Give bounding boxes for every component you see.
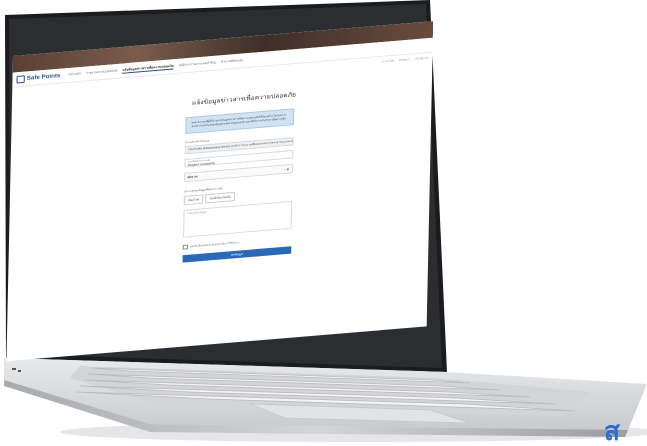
inform-form: แจ้งข้อมูลข่าวสารเพื่อความปลอดภัย ผลสาธา…: [182, 90, 296, 264]
nav-item-faq[interactable]: คำถามที่พบบ่อย: [221, 58, 243, 64]
page-title: แจ้งข้อมูลข่าวสารเพื่อความปลอดภัย: [191, 91, 296, 107]
logo-text: Safe Points: [26, 72, 61, 82]
web-page: Safe Points หน้าหลัก รายงานความปลอดภัย แ…: [6, 21, 434, 362]
captcha-code: ehx m: [187, 174, 198, 180]
captcha-controls[interactable]: ↺ 🔊: [284, 168, 290, 171]
laptop-screen: Safe Points หน้าหลัก รายงานความปลอดภัย แ…: [6, 21, 434, 362]
detail-textarea[interactable]: รายละเอียดข้อมูล: [183, 201, 293, 239]
agree-text: ยอมรับเงื่อนไขและข้อตกลงในการใช้บริการ: [189, 241, 240, 249]
scene: Safe Points หน้าหลัก รายงานความปลอดภัย แ…: [0, 0, 647, 445]
captcha-widget[interactable]: ehx m ↺ 🔊: [184, 164, 294, 183]
site-logo[interactable]: Safe Points: [16, 72, 61, 83]
login-link[interactable]: เข้าสู่ระบบ: [415, 56, 428, 61]
shield-icon: [16, 74, 25, 83]
submit-button[interactable]: ส่งข้อมูล: [182, 246, 292, 264]
nav-item-report[interactable]: รายงานความปลอดภัย: [86, 69, 117, 76]
nav-item-stats[interactable]: สถิติการรายงานเหตุสำคัญ: [179, 60, 216, 68]
agree-checkbox[interactable]: [182, 245, 188, 251]
nav-item-home[interactable]: หน้าหลัก: [68, 72, 81, 78]
utility-links: ภาษาไทย ติดต่อเรา เข้าสู่ระบบ: [378, 56, 428, 65]
brand-logo-glyph: ส: [604, 416, 620, 446]
contact-link[interactable]: ติดต่อเรา: [399, 57, 411, 62]
file-status: ไม่ได้เลือกไฟล์ใด: [205, 192, 236, 204]
info-notice: ผลสาธารณะที่ผู้ใช้งานแจ้งข้อมูลข่าวสารเพ…: [185, 108, 295, 135]
choose-file-button[interactable]: เลือกไฟล์: [183, 194, 204, 206]
nav-item-inform[interactable]: แจ้งข้อมูลข่าวสารเพื่อความปลอดภัย: [122, 63, 174, 74]
language-link[interactable]: ภาษาไทย: [382, 59, 394, 64]
